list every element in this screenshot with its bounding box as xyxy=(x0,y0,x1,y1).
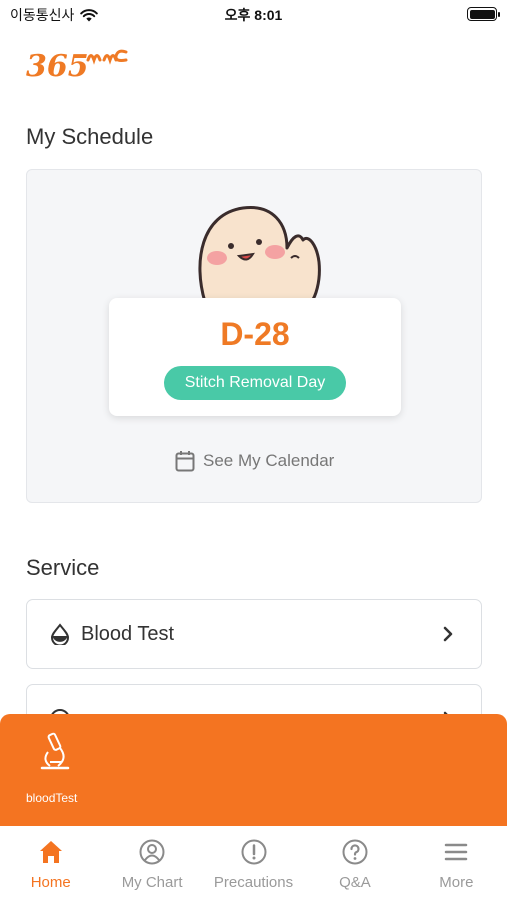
tab-home[interactable]: Home xyxy=(0,826,101,900)
popup-label: bloodTest xyxy=(26,791,78,805)
dday-card: D-28 Stitch Removal Day xyxy=(109,298,401,416)
schedule-card: D-28 Stitch Removal Day See My Calendar xyxy=(26,169,482,503)
schedule-section-title: My Schedule xyxy=(26,124,154,149)
home-icon xyxy=(39,841,62,863)
calendar-icon xyxy=(175,451,195,472)
tab-label: More xyxy=(439,874,474,891)
tab-precautions[interactable]: Precautions xyxy=(203,826,304,900)
exclamation-circle-icon xyxy=(241,839,267,865)
svg-text:365: 365 xyxy=(26,49,89,80)
microscope-icon xyxy=(40,732,70,770)
logo: 365 xyxy=(26,49,128,80)
tab-label: Precautions xyxy=(213,874,294,891)
tab-label: Home xyxy=(30,874,71,891)
tab-more[interactable]: More xyxy=(406,826,507,900)
see-calendar-label: See My Calendar xyxy=(203,451,335,470)
dday-value: D-28 xyxy=(220,316,290,352)
battery-icon xyxy=(467,7,500,21)
mascot-illustration xyxy=(198,206,321,302)
service-item-label: Blood Test xyxy=(81,622,175,645)
battery-level xyxy=(469,9,495,19)
service-item-blood-test[interactable]: Blood Test xyxy=(26,599,482,669)
tab-qna[interactable]: Q&A xyxy=(304,826,405,900)
event-badge: Stitch Removal Day xyxy=(164,366,346,400)
clock: 오후 8:01 xyxy=(224,7,283,23)
drop-icon xyxy=(50,623,70,645)
tab-label: My Chart xyxy=(121,874,183,891)
see-calendar-link[interactable]: See My Calendar xyxy=(175,450,334,472)
tab-label: Q&A xyxy=(339,874,371,891)
question-circle-icon xyxy=(342,839,368,865)
tab-bar: Home My Chart Precautions Q&A More xyxy=(0,826,507,900)
service-section-title: Service xyxy=(26,555,100,580)
tab-my-chart[interactable]: My Chart xyxy=(101,826,202,900)
chevron-right-icon xyxy=(443,626,453,642)
status-bar: 이동통신사 오후 8:01 xyxy=(0,0,507,28)
blood-test-popup[interactable]: bloodTest xyxy=(0,714,507,826)
menu-icon xyxy=(445,843,468,861)
user-circle-icon xyxy=(139,839,165,865)
